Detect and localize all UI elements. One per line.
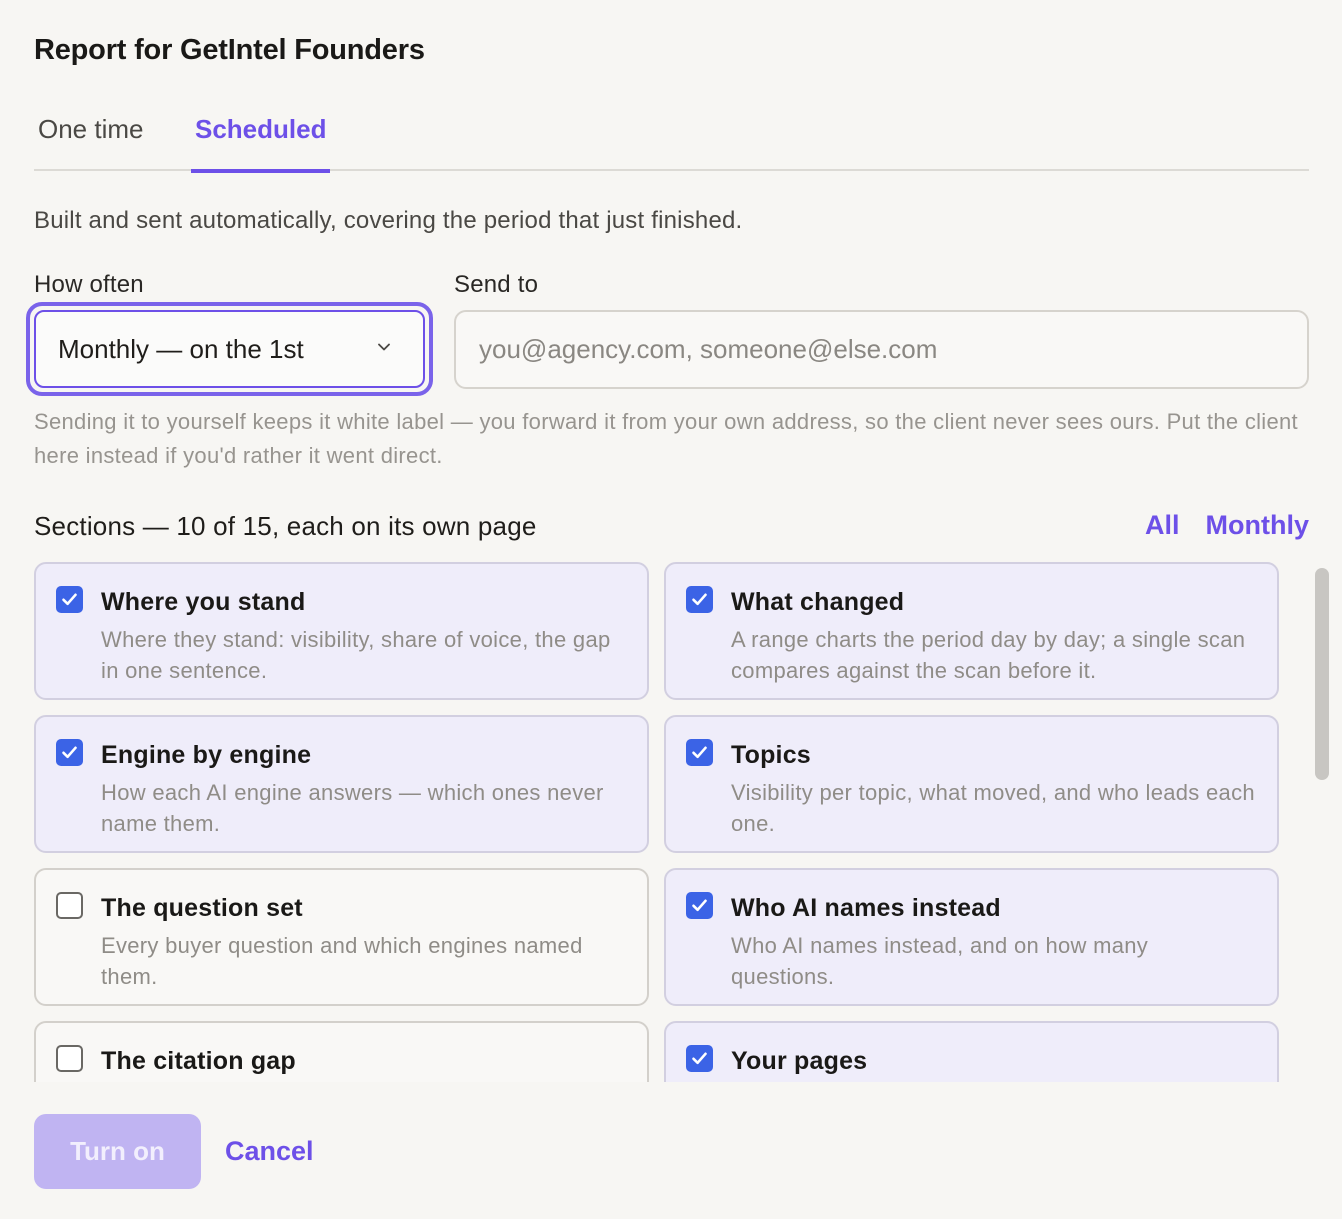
section-checkbox[interactable]	[56, 739, 83, 766]
section-title: Your pages	[731, 1047, 868, 1075]
send-to-label: Send to	[454, 271, 539, 298]
checkmark-icon	[692, 593, 707, 606]
section-card[interactable]: Topics Visibility per topic, what moved, …	[664, 715, 1279, 853]
checkmark-icon	[692, 746, 707, 759]
section-description: A range charts the period day by day; a …	[731, 627, 1246, 683]
section-checkbox[interactable]	[686, 1045, 713, 1072]
monthly-preset-link[interactable]: Monthly	[1206, 510, 1309, 541]
section-checkbox[interactable]	[56, 586, 83, 613]
section-checkbox[interactable]	[56, 1045, 83, 1072]
section-card[interactable]: The question set Every buyer question and…	[34, 868, 649, 1006]
how-often-label: How often	[34, 271, 144, 298]
checkmark-icon	[62, 746, 77, 759]
section-description: How each AI engine answers — which ones …	[101, 780, 604, 836]
tab-one-time[interactable]: One time	[34, 114, 148, 171]
dialog-title: Report for GetIntel Founders	[34, 34, 425, 66]
section-card[interactable]: Your pages	[664, 1021, 1279, 1082]
scrollbar-thumb[interactable]	[1315, 568, 1329, 780]
section-card[interactable]: The citation gap	[34, 1021, 649, 1082]
section-title: Who AI names instead	[731, 894, 1001, 922]
section-title: The citation gap	[101, 1047, 296, 1075]
section-title: Topics	[731, 741, 811, 769]
checkmark-icon	[692, 1052, 707, 1065]
section-card[interactable]: Who AI names instead Who AI names instead…	[664, 868, 1279, 1006]
section-checkbox[interactable]	[686, 586, 713, 613]
section-preset-links: All Monthly	[1145, 510, 1309, 541]
section-card[interactable]: Where you stand Where they stand: visibil…	[34, 562, 649, 700]
frequency-select[interactable]: Monthly — on the 1st	[34, 310, 425, 388]
section-description: Where they stand: visibility, share of v…	[101, 627, 611, 683]
section-title: Engine by engine	[101, 741, 312, 769]
cancel-button[interactable]: Cancel	[225, 1136, 314, 1167]
section-card[interactable]: What changed A range charts the period da…	[664, 562, 1279, 700]
sections-list[interactable]: Where you stand Where they stand: visibil…	[34, 562, 1296, 1082]
tab-description: Built and sent automatically, covering t…	[34, 207, 743, 234]
tab-scheduled[interactable]: Scheduled	[191, 114, 331, 173]
section-description: Who AI names instead, and on how many qu…	[731, 933, 1149, 989]
section-title: The question set	[101, 894, 303, 922]
tab-bar: One time Scheduled	[34, 104, 1309, 173]
turn-on-button[interactable]: Turn on	[34, 1114, 201, 1189]
sections-scrollbar[interactable]	[1314, 562, 1330, 1082]
send-to-hint: Sending it to yourself keeps it white la…	[34, 409, 1298, 468]
section-checkbox[interactable]	[686, 892, 713, 919]
select-all-link[interactable]: All	[1145, 510, 1180, 541]
section-title: What changed	[731, 588, 905, 616]
chevron-down-icon	[378, 343, 390, 351]
frequency-select-focus-ring: Monthly — on the 1st	[26, 302, 433, 396]
frequency-select-value: Monthly — on the 1st	[58, 334, 304, 364]
checkmark-icon	[692, 899, 707, 912]
section-checkbox[interactable]	[686, 739, 713, 766]
section-title: Where you stand	[101, 588, 306, 616]
section-description: Every buyer question and which engines n…	[101, 933, 583, 989]
send-to-input[interactable]	[454, 310, 1309, 389]
section-description: Visibility per topic, what moved, and wh…	[731, 780, 1255, 836]
section-checkbox[interactable]	[56, 892, 83, 919]
checkmark-icon	[62, 593, 77, 606]
sections-heading: Sections — 10 of 15, each on its own pag…	[34, 511, 537, 541]
section-card[interactable]: Engine by engine How each AI engine answe…	[34, 715, 649, 853]
